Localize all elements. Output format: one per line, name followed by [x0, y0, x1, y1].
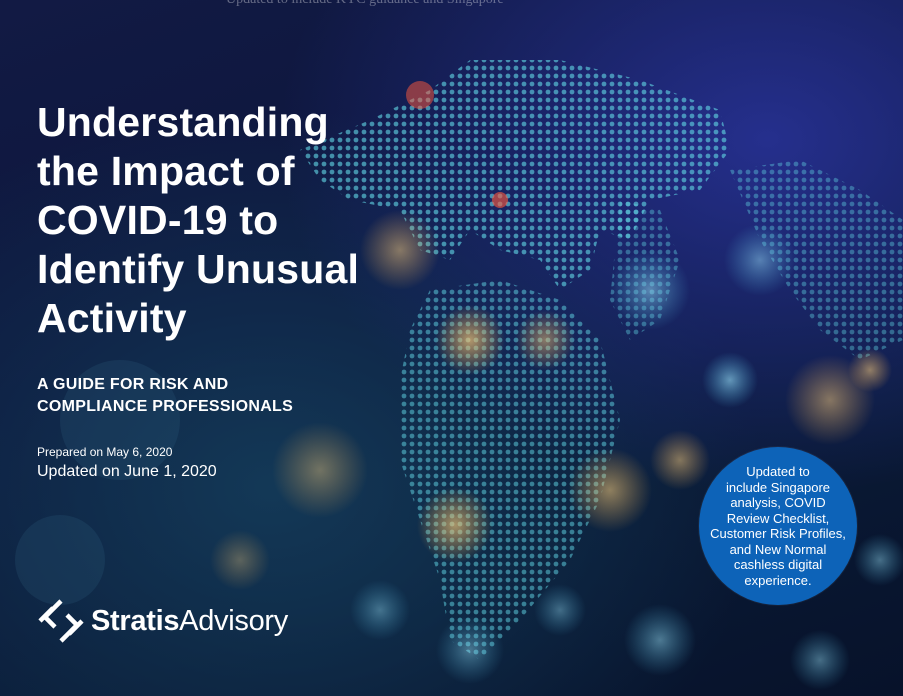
logo-word-stratis: Stratis [91, 604, 180, 637]
badge-line: include Singapore [725, 479, 831, 495]
title-line: Activity [37, 295, 187, 341]
title-line: the Impact of [37, 148, 295, 194]
title-line: Identify Unusual [37, 246, 360, 292]
report-subtitle: A GUIDE FOR RISK AND COMPLIANCE PROFESSI… [37, 374, 293, 418]
stratis-logo-icon [38, 599, 84, 643]
updated-date: Updated on June 1, 2020 [37, 463, 217, 480]
update-badge-text: Updated to include Singapore analysis, C… [710, 464, 846, 588]
subtitle-line: A GUIDE FOR RISK AND [37, 376, 229, 393]
badge-line: experience. [744, 572, 812, 588]
badge-line: analysis, COVID [730, 495, 826, 510]
title-line: Understanding [37, 99, 329, 145]
report-cover: Updated to include KYC guidance and Sing… [0, 0, 903, 696]
report-title: Understanding the Impact of COVID-19 to … [37, 98, 417, 343]
prepared-date: Prepared on May 6, 2020 [37, 445, 173, 459]
title-line: COVID-19 to [37, 197, 279, 243]
subtitle-line: COMPLIANCE PROFESSIONALS [37, 398, 294, 415]
badge-line: Updated to [746, 464, 810, 479]
update-badge: Updated to include Singapore analysis, C… [699, 447, 857, 605]
logo-word-advisory: Advisory [179, 604, 288, 637]
faded-top-text: Updated to include KYC guidance and Sing… [226, 0, 504, 8]
logo-wordmark: StratisAdvisory [91, 605, 288, 638]
badge-line: Review Checklist, [726, 510, 830, 526]
stratis-advisory-logo: StratisAdvisory [37, 598, 288, 644]
badge-line: cashless digital [733, 557, 823, 572]
badge-line: Customer Risk Profiles, [710, 526, 846, 541]
badge-line: and New Normal [729, 541, 827, 557]
